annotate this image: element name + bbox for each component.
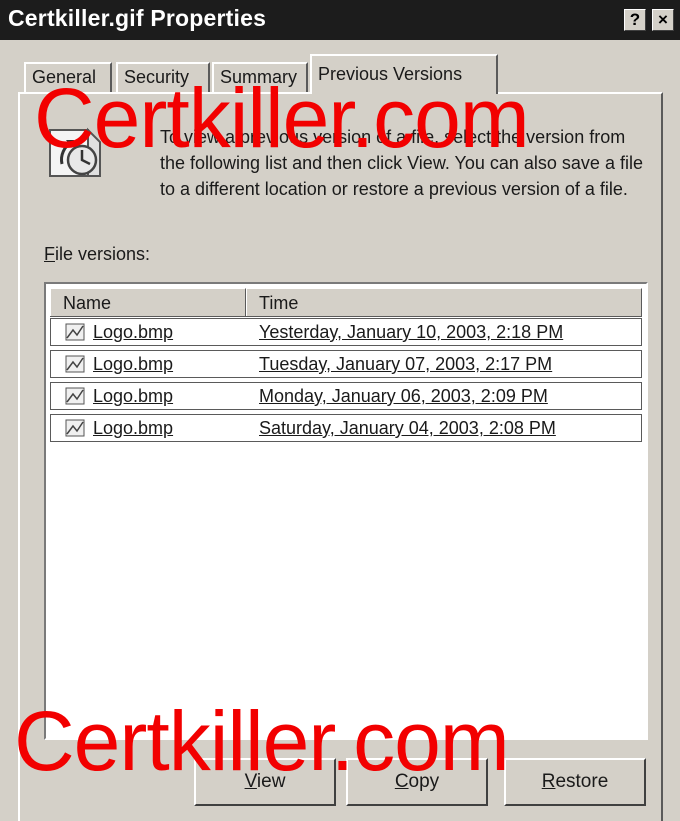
- bitmap-file-icon: [65, 355, 85, 373]
- restore-button[interactable]: Restore: [504, 758, 646, 806]
- accelerator-letter: F: [44, 244, 55, 264]
- bitmap-file-icon: [65, 419, 85, 437]
- properties-dialog: Certkiller.gif Properties ? × General Se…: [0, 0, 680, 821]
- window-title: Certkiller.gif Properties: [8, 5, 267, 31]
- accelerator-letter: V: [244, 771, 257, 792]
- file-time: Yesterday, January 10, 2003, 2:18 PM: [259, 322, 564, 342]
- tab-security[interactable]: Security: [116, 62, 210, 92]
- file-name: Logo.bmp: [93, 418, 174, 438]
- title-bar: Certkiller.gif Properties ? ×: [0, 0, 680, 40]
- view-button[interactable]: View: [194, 758, 336, 806]
- tab-label: Summary: [220, 67, 298, 87]
- column-header-name[interactable]: Name: [50, 288, 246, 316]
- help-icon: ?: [629, 10, 641, 29]
- accelerator-letter: R: [541, 771, 556, 792]
- table-row[interactable]: Logo.bmp Monday, January 06, 2003, 2:09 …: [50, 382, 642, 410]
- tab-previous-versions[interactable]: Previous Versions: [310, 54, 498, 94]
- label-text: ile versions:: [55, 244, 151, 264]
- bitmap-file-icon: [65, 387, 85, 405]
- file-versions-list[interactable]: Name Time Logo.bmp Yesterday, January 10…: [44, 282, 648, 740]
- close-icon: ×: [658, 10, 668, 29]
- file-name: Logo.bmp: [93, 386, 174, 406]
- file-time: Saturday, January 04, 2003, 2:08 PM: [259, 418, 556, 438]
- list-header: Name Time: [50, 288, 642, 317]
- help-button[interactable]: ?: [624, 9, 646, 31]
- copy-button[interactable]: Copy: [346, 758, 488, 806]
- file-name: Logo.bmp: [93, 354, 174, 374]
- close-button[interactable]: ×: [652, 9, 674, 31]
- table-row[interactable]: Logo.bmp Yesterday, January 10, 2003, 2:…: [50, 318, 642, 346]
- tab-label: Security: [124, 67, 190, 87]
- file-time: Monday, January 06, 2003, 2:09 PM: [259, 386, 548, 406]
- table-row[interactable]: Logo.bmp Saturday, January 04, 2003, 2:0…: [50, 414, 642, 442]
- button-label: iew: [256, 771, 286, 792]
- tab-label: Previous Versions: [318, 64, 463, 84]
- intro-text: To view a previous version of a file, se…: [160, 127, 643, 199]
- tab-label: General: [32, 67, 97, 87]
- button-label: estore: [555, 771, 609, 792]
- accelerator-letter: C: [394, 771, 409, 792]
- bitmap-file-icon: [65, 323, 85, 341]
- file-name: Logo.bmp: [93, 322, 174, 342]
- file-versions-label: File versions:: [44, 244, 150, 265]
- button-label: opy: [408, 771, 440, 792]
- tab-general[interactable]: General: [24, 62, 112, 92]
- column-header-time[interactable]: Time: [246, 288, 642, 316]
- tab-summary[interactable]: Summary: [212, 62, 308, 92]
- table-row[interactable]: Logo.bmp Tuesday, January 07, 2003, 2:17…: [50, 350, 642, 378]
- previous-versions-icon: [49, 127, 101, 177]
- file-time: Tuesday, January 07, 2003, 2:17 PM: [259, 354, 553, 374]
